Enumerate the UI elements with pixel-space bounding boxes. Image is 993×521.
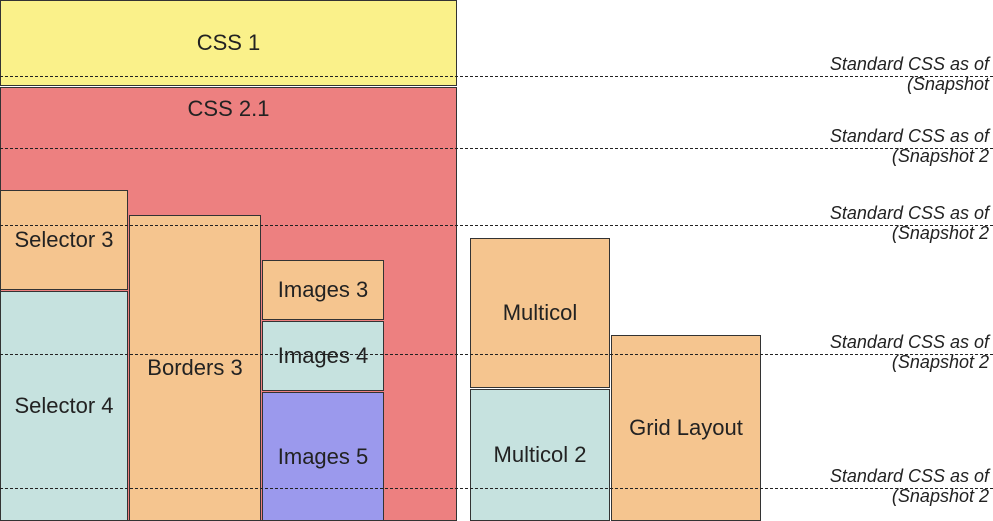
divider-text-1: Standard CSS as of — [830, 332, 989, 352]
divider-1-label: Standard CSS as of (Snapshot — [830, 55, 989, 95]
block-css1: CSS 1 — [0, 0, 457, 86]
block-gridlayout: Grid Layout — [611, 335, 761, 521]
block-label: Selector 3 — [14, 227, 113, 253]
css-timeline-diagram: CSS 1 CSS 2.1 Selector 3 Selector 4 Bord… — [0, 0, 993, 521]
block-borders3: Borders 3 — [129, 215, 261, 521]
divider-5 — [0, 488, 993, 489]
block-images3: Images 3 — [262, 260, 384, 320]
block-label: CSS 1 — [197, 30, 261, 56]
divider-4 — [0, 354, 993, 355]
divider-2 — [0, 148, 993, 149]
divider-2-label: Standard CSS as of (Snapshot 2 — [830, 127, 989, 167]
divider-text-1: Standard CSS as of — [830, 466, 989, 486]
block-label: Images 5 — [278, 444, 369, 470]
divider-1 — [0, 76, 993, 77]
block-label: CSS 2.1 — [188, 96, 270, 122]
divider-4-label: Standard CSS as of (Snapshot 2 — [830, 333, 989, 373]
block-images4: Images 4 — [262, 321, 384, 391]
divider-3 — [0, 225, 993, 226]
block-label: Grid Layout — [629, 415, 743, 441]
block-label: Multicol 2 — [494, 442, 587, 468]
block-label: Multicol — [503, 300, 578, 326]
divider-3-label: Standard CSS as of (Snapshot 2 — [830, 204, 989, 244]
divider-5-label: Standard CSS as of (Snapshot 2 — [830, 467, 989, 507]
block-selector4: Selector 4 — [0, 291, 128, 521]
block-label: Borders 3 — [147, 355, 242, 381]
block-selector3: Selector 3 — [0, 190, 128, 290]
block-images5: Images 5 — [262, 392, 384, 521]
divider-text-1: Standard CSS as of — [830, 54, 989, 74]
block-label: Selector 4 — [14, 393, 113, 419]
divider-text-1: Standard CSS as of — [830, 126, 989, 146]
block-label: Images 3 — [278, 277, 369, 303]
block-label: Images 4 — [278, 343, 369, 369]
block-multicol: Multicol — [470, 238, 610, 388]
divider-text-1: Standard CSS as of — [830, 203, 989, 223]
block-multicol2: Multicol 2 — [470, 389, 610, 521]
